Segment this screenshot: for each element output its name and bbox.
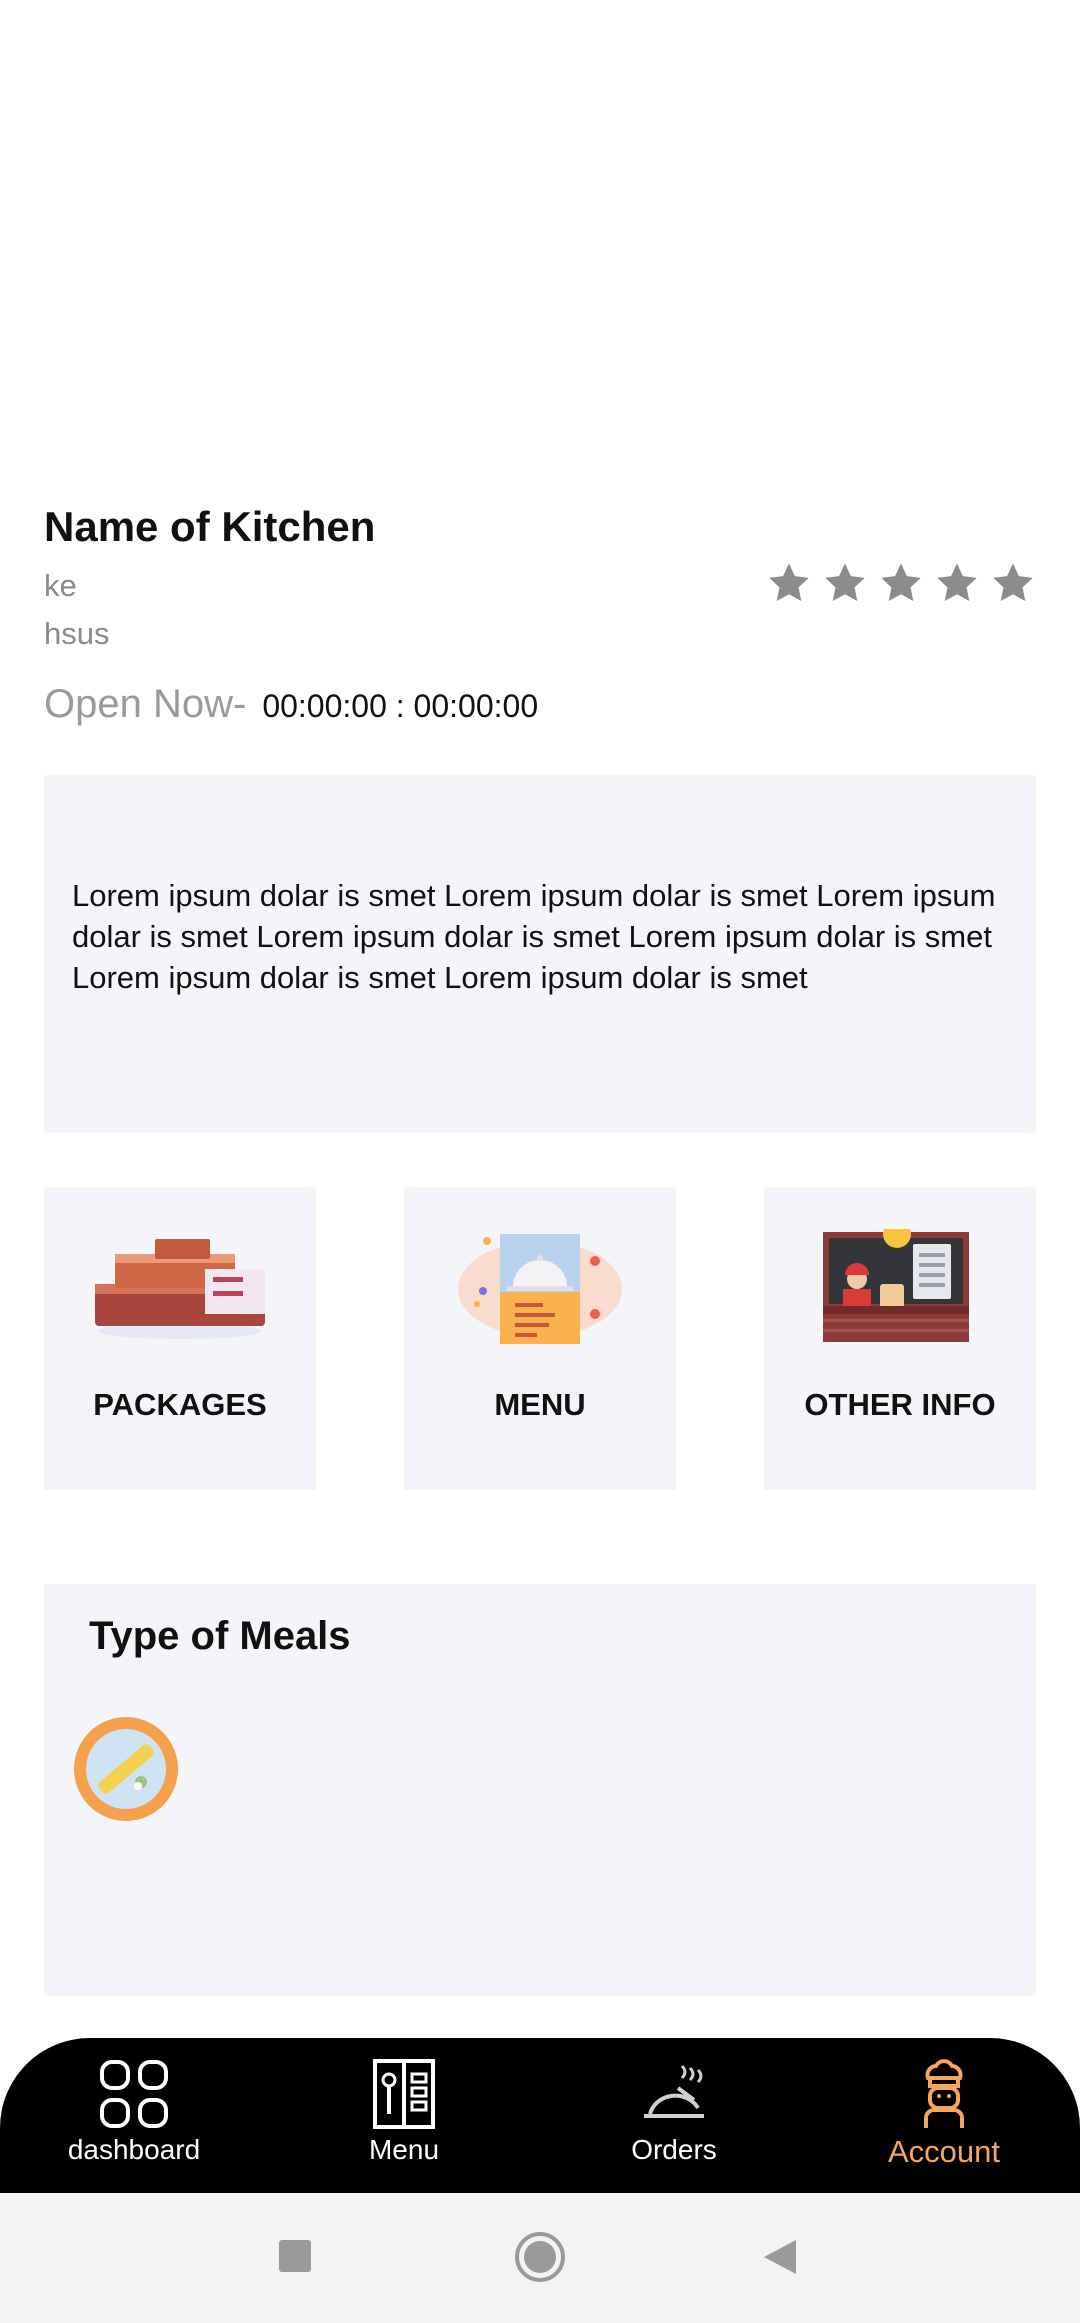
back-triangle-icon[interactable] <box>760 2237 800 2277</box>
recent-apps-square-icon[interactable] <box>278 2239 312 2273</box>
menu-label: MENU <box>494 1387 586 1422</box>
menu-card[interactable]: MENU <box>404 1187 676 1490</box>
open-now-label: Open Now- <box>44 682 247 726</box>
star-icon[interactable] <box>878 560 924 606</box>
nav-orders-label: Orders <box>631 2134 717 2165</box>
meal-plate-icon[interactable] <box>71 1714 181 1824</box>
cloche-orders-icon <box>644 2064 704 2118</box>
chef-account-icon <box>924 2059 964 2128</box>
packages-label: PACKAGES <box>93 1387 267 1422</box>
open-time-range: 00:00:00 : 00:00:00 <box>262 688 539 724</box>
kitchen-subtitle-2: hsus <box>44 616 110 651</box>
star-icon[interactable] <box>990 560 1036 606</box>
description-panel: Lorem ipsum dolar is smet Lorem ipsum do… <box>44 775 1036 1133</box>
nav-menu-label: Menu <box>368 2134 440 2165</box>
nav-orders[interactable]: Orders <box>574 2058 774 2166</box>
star-icon[interactable] <box>934 560 980 606</box>
other-info-card[interactable]: OTHER INFO <box>764 1187 1036 1490</box>
system-navigation-bar <box>0 2193 1080 2323</box>
dashboard-grid-icon <box>100 2060 168 2128</box>
nav-dashboard[interactable]: dashboard <box>34 2058 234 2166</box>
type-of-meals-panel: Type of Meals <box>44 1584 1036 1996</box>
kitchen-name: Name of Kitchen <box>44 503 376 550</box>
star-icon[interactable] <box>766 560 812 606</box>
nav-dashboard-label: dashboard <box>67 2134 201 2165</box>
menu-cloche-illustration-icon <box>458 1234 622 1344</box>
kitchen-subtitle-1: ke <box>44 568 77 603</box>
bottom-navigation: dashboard Menu Orders Account <box>0 2038 1080 2193</box>
storefront-illustration-icon <box>823 1229 969 1342</box>
clipped-top-content <box>0 0 1080 10</box>
nav-menu[interactable]: Menu <box>304 2058 504 2166</box>
description-text: Lorem ipsum dolar is smet Lorem ipsum do… <box>72 878 996 995</box>
rating-stars[interactable] <box>766 560 1036 606</box>
open-hours: Open Now- 00:00:00 : 00:00:00 <box>44 682 538 727</box>
packages-card[interactable]: PACKAGES <box>44 1187 316 1490</box>
home-circle-icon[interactable] <box>514 2231 566 2283</box>
other-info-label: OTHER INFO <box>804 1387 996 1422</box>
star-icon[interactable] <box>822 560 868 606</box>
nav-account[interactable]: Account <box>844 2058 1044 2170</box>
packages-illustration-icon <box>95 1239 265 1339</box>
nav-account-label: Account <box>887 2134 1000 2169</box>
menu-book-icon <box>373 2059 435 2129</box>
type-of-meals-title: Type of Meals <box>89 1614 351 1658</box>
